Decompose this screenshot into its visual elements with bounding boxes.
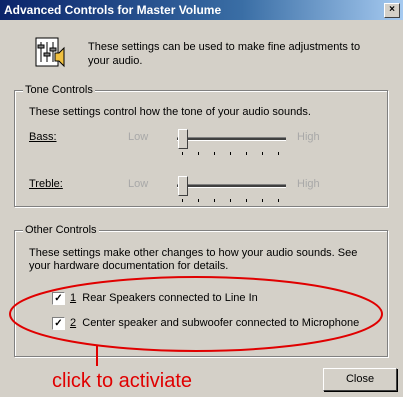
dialog-window: Advanced Controls for Master Volume × Th… bbox=[0, 0, 403, 397]
annotation-text: click to activiate bbox=[52, 370, 193, 392]
annotation-ellipse bbox=[9, 276, 383, 366]
